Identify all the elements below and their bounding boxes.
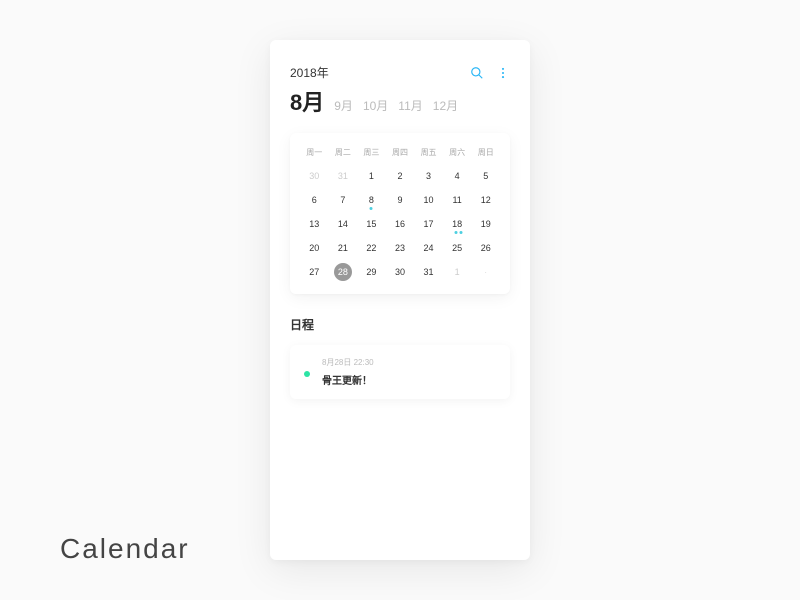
date-cell[interactable]: 18 (443, 212, 472, 236)
date-cell[interactable]: 6 (300, 188, 329, 212)
event-time: 8月28日 22:30 (322, 357, 496, 368)
calendar-grid: 周一周二周三周四周五周六周日 3031123456789101112131415… (290, 133, 510, 294)
weekday-label: 周三 (357, 147, 386, 158)
phone-frame: 2018年 8月 9月 10月 11月 12月 周一周二周三周四周五周六周日 3… (270, 40, 530, 560)
event-body: 8月28日 22:30 骨王更新！ (322, 357, 496, 387)
date-cell[interactable]: 22 (357, 236, 386, 260)
date-cell[interactable]: 30 (300, 164, 329, 188)
event-title: 骨王更新！ (322, 372, 496, 387)
date-cell[interactable]: 1 (443, 260, 472, 284)
date-cell[interactable]: 28 (334, 263, 352, 281)
date-cell[interactable]: 12 (471, 188, 500, 212)
date-cell[interactable]: 1 (357, 164, 386, 188)
date-cell[interactable]: 21 (329, 236, 358, 260)
date-cell[interactable]: 31 (414, 260, 443, 284)
date-cell[interactable]: 31 (329, 164, 358, 188)
month-option[interactable]: 10月 (363, 97, 388, 114)
event-card[interactable]: 8月28日 22:30 骨王更新！ (290, 345, 510, 399)
date-cell[interactable]: 20 (300, 236, 329, 260)
date-grid: 3031123456789101112131415161718192021222… (300, 164, 500, 284)
date-cell[interactable]: 13 (300, 212, 329, 236)
date-cell[interactable]: 4 (443, 164, 472, 188)
date-cell[interactable]: 19 (471, 212, 500, 236)
date-cell[interactable]: 3 (414, 164, 443, 188)
event-indicator-icon (304, 371, 310, 377)
date-cell[interactable]: 24 (414, 236, 443, 260)
date-cell[interactable]: 17 (414, 212, 443, 236)
header: 2018年 (290, 64, 510, 81)
date-cell[interactable]: 11 (443, 188, 472, 212)
schedule-heading: 日程 (290, 316, 510, 333)
date-cell[interactable]: 9 (386, 188, 415, 212)
month-option[interactable]: 12月 (433, 97, 458, 114)
date-cell[interactable]: 25 (443, 236, 472, 260)
date-cell[interactable]: 29 (357, 260, 386, 284)
weekday-label: 周一 (300, 147, 329, 158)
date-cell[interactable]: 10 (414, 188, 443, 212)
watermark-label: Calendar (60, 533, 190, 565)
month-option[interactable]: 9月 (334, 97, 353, 114)
date-cell[interactable]: 7 (329, 188, 358, 212)
date-cell[interactable]: 23 (386, 236, 415, 260)
weekday-label: 周二 (329, 147, 358, 158)
weekday-label: 周六 (443, 147, 472, 158)
date-cell[interactable]: 5 (471, 164, 500, 188)
date-cell[interactable]: 26 (471, 236, 500, 260)
more-icon[interactable] (496, 66, 510, 80)
month-option[interactable]: 11月 (398, 97, 422, 114)
date-cell[interactable]: 8 (357, 188, 386, 212)
header-actions (470, 66, 510, 80)
date-cell[interactable]: 2 (386, 164, 415, 188)
date-cell[interactable]: 16 (386, 212, 415, 236)
date-cell[interactable]: 30 (386, 260, 415, 284)
date-cell[interactable]: . (471, 260, 500, 284)
month-picker: 8月 9月 10月 11月 12月 (290, 85, 510, 117)
date-cell[interactable]: 27 (300, 260, 329, 284)
weekday-label: 周四 (386, 147, 415, 158)
date-cell[interactable]: 15 (357, 212, 386, 236)
current-month[interactable]: 8月 (290, 85, 324, 117)
weekday-row: 周一周二周三周四周五周六周日 (300, 147, 500, 158)
search-icon[interactable] (470, 66, 484, 80)
weekday-label: 周五 (414, 147, 443, 158)
weekday-label: 周日 (471, 147, 500, 158)
year-label: 2018年 (290, 64, 329, 81)
date-cell[interactable]: 14 (329, 212, 358, 236)
